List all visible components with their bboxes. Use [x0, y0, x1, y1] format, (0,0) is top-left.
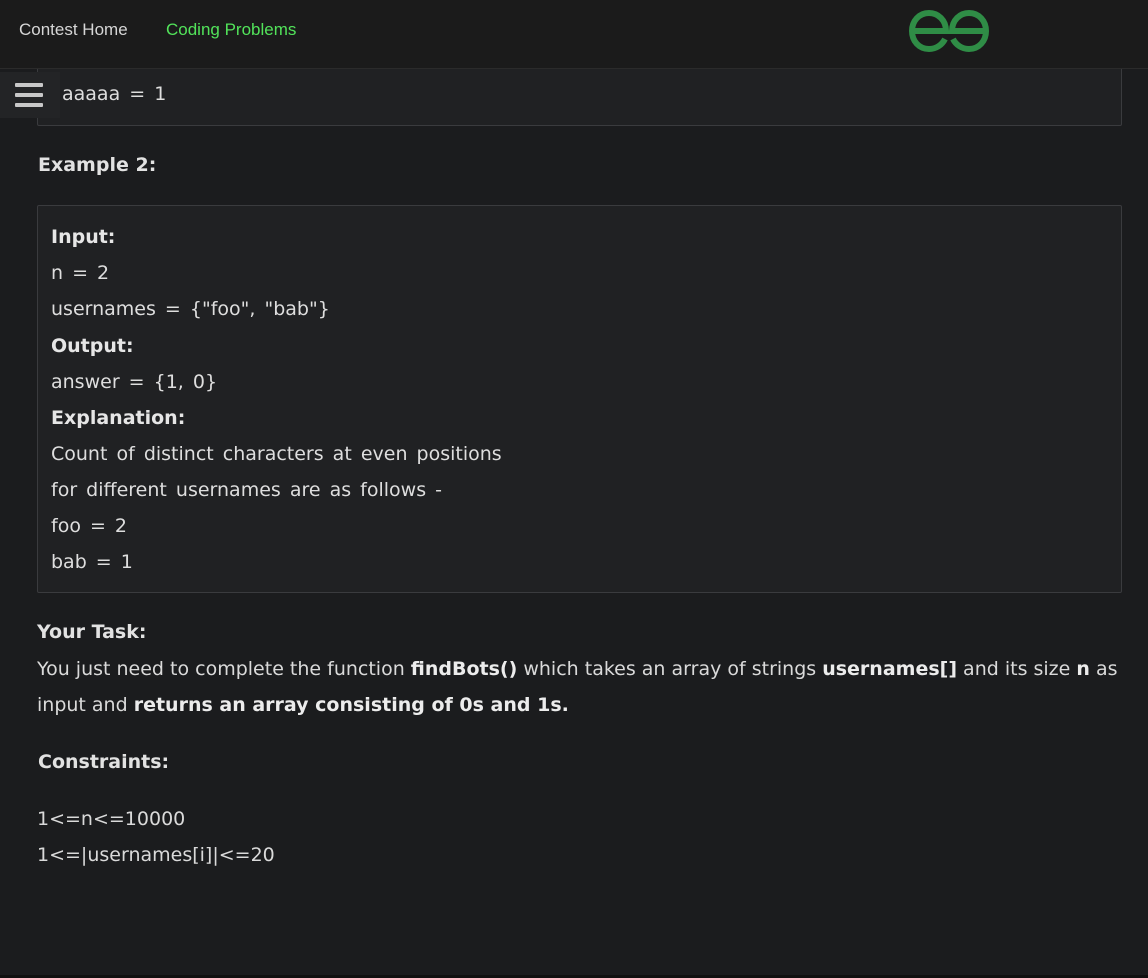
explanation-line: for different usernames are as follows - — [51, 479, 443, 501]
input-usernames-line: usernames = {"foo", "bab"} — [51, 298, 330, 320]
output-answer-line: answer = {1, 0} — [51, 371, 218, 393]
coding-problems-link[interactable]: Coding Problems — [166, 20, 296, 40]
array-name: usernames[] — [822, 658, 958, 680]
constraint-line: 1<=|usernames[i]|<=20 — [37, 844, 275, 866]
return-description: returns an array consisting of 0s and 1s… — [133, 694, 569, 716]
contest-home-link[interactable]: Contest Home — [19, 20, 128, 40]
size-name: n — [1076, 658, 1090, 680]
geeksforgeeks-logo-icon[interactable] — [906, 8, 992, 54]
hamburger-bar — [15, 93, 43, 97]
input-n-line: n = 2 — [51, 262, 110, 284]
your-task-description: You just need to complete the function f… — [37, 651, 1127, 723]
explanation-label: Explanation: — [51, 407, 186, 429]
hamburger-menu-icon[interactable] — [0, 72, 60, 118]
explanation-line: bab = 1 — [51, 551, 133, 573]
explanation-line: foo = 2 — [51, 515, 128, 537]
hamburger-bar — [15, 103, 43, 107]
constraint-line: 1<=n<=10000 — [37, 808, 186, 830]
task-text: You just need to complete the function — [37, 658, 411, 680]
example-2-code-box: Input: n = 2 usernames = {"foo", "bab"} … — [37, 205, 1122, 593]
your-task-heading: Your Task: — [37, 621, 147, 643]
output-label: Output: — [51, 335, 134, 357]
top-navigation-bar: Contest Home Coding Problems — [0, 0, 1148, 69]
constraints-heading: Constraints: — [38, 751, 170, 773]
hamburger-bar — [15, 83, 43, 87]
function-name: findBots() — [410, 658, 518, 680]
explanation-line: Count of distinct characters at even pos… — [51, 443, 502, 465]
example-1-output-line: aaaaa = 1 — [62, 83, 167, 105]
problem-statement: aaaaa = 1 Example 2: Input: n = 2 userna… — [0, 0, 1148, 978]
example-2-heading: Example 2: — [38, 154, 157, 176]
input-label: Input: — [51, 226, 116, 248]
task-text: and its size — [957, 658, 1077, 680]
task-text: which takes an array of strings — [517, 658, 823, 680]
